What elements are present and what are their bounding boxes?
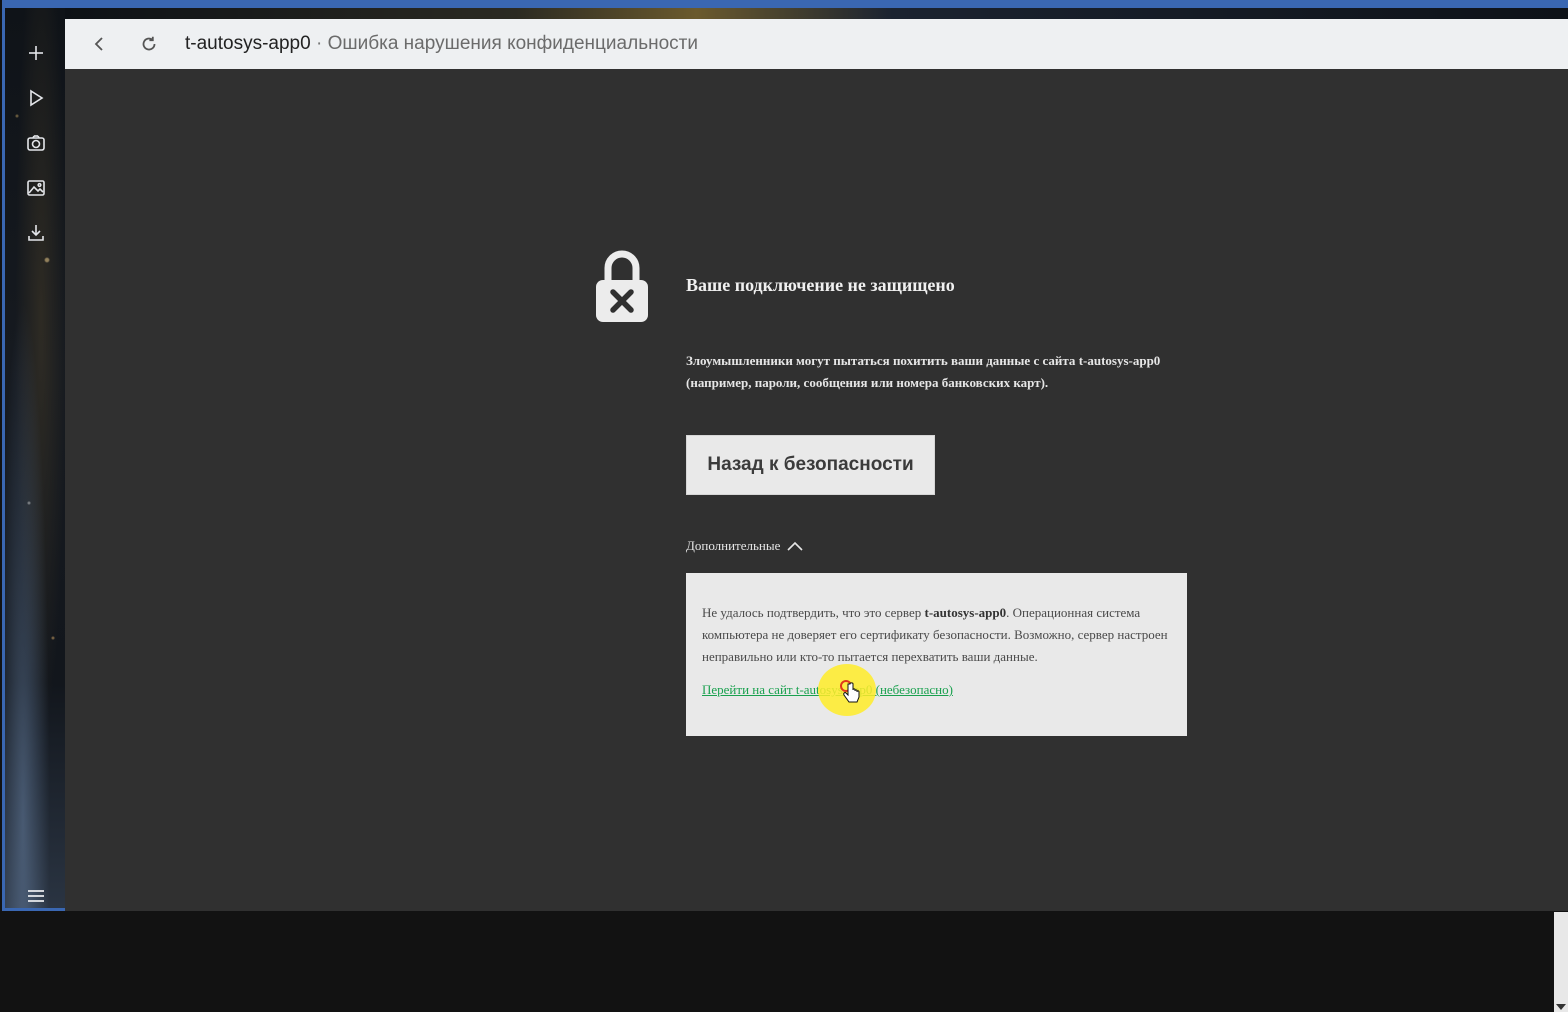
play-icon[interactable] — [25, 87, 47, 109]
back-icon[interactable] — [87, 32, 111, 56]
download-icon[interactable] — [25, 222, 47, 244]
address-text[interactable]: t-autosys-app0 · Ошибка нарушения конфид… — [185, 33, 698, 55]
window-top-strip — [65, 8, 1568, 19]
menu-icon[interactable] — [26, 888, 46, 904]
image-icon[interactable] — [25, 177, 47, 199]
description-text-start: Злоумышленники могут пытаться похитить в… — [686, 353, 1079, 368]
hand-cursor-icon — [843, 682, 860, 703]
page-heading: Ваше подключение не защищено — [686, 275, 955, 295]
chevron-up-icon — [787, 541, 803, 551]
scrollbar[interactable] — [1554, 912, 1568, 1012]
lock-error-icon — [596, 250, 648, 322]
proceed-unsafe-link[interactable]: Перейти на сайт t-autosys-app0 (небезопа… — [702, 682, 953, 698]
address-separator: · — [310, 33, 328, 54]
error-page: Ваше подключение не защищено Злоумышленн… — [65, 69, 1568, 911]
scroll-down-icon[interactable] — [1556, 1004, 1566, 1010]
back-to-safety-button[interactable]: Назад к безопасности — [686, 435, 935, 495]
browser-window: t-autosys-app0 · Ошибка нарушения конфид… — [2, 0, 1568, 911]
advanced-toggle-label: Дополнительные — [686, 538, 781, 553]
warning-description: Злоумышленники могут пытаться похитить в… — [686, 350, 1206, 394]
details-text: Не удалось подтвердить, что это сервер t… — [702, 602, 1171, 668]
advanced-details-panel: Не удалось подтвердить, что это сервер t… — [686, 573, 1187, 736]
advanced-toggle[interactable]: Дополнительные — [686, 538, 804, 554]
camera-icon[interactable] — [25, 132, 47, 154]
plus-icon[interactable] — [25, 42, 47, 64]
address-page-title: Ошибка нарушения конфиденциальности — [327, 33, 698, 54]
reload-icon[interactable] — [137, 32, 161, 56]
sidebar — [5, 8, 65, 908]
address-host: t-autosys-app0 — [185, 33, 311, 54]
address-bar[interactable]: t-autosys-app0 · Ошибка нарушения конфид… — [65, 19, 1568, 69]
details-host: t-autosys-app0 — [924, 605, 1007, 620]
description-host: t-autosys-app0 — [1078, 353, 1161, 368]
details-text-start: Не удалось подтвердить, что это сервер — [702, 605, 925, 620]
description-text-end: (например, пароли, сообщения или номера … — [686, 375, 1049, 390]
